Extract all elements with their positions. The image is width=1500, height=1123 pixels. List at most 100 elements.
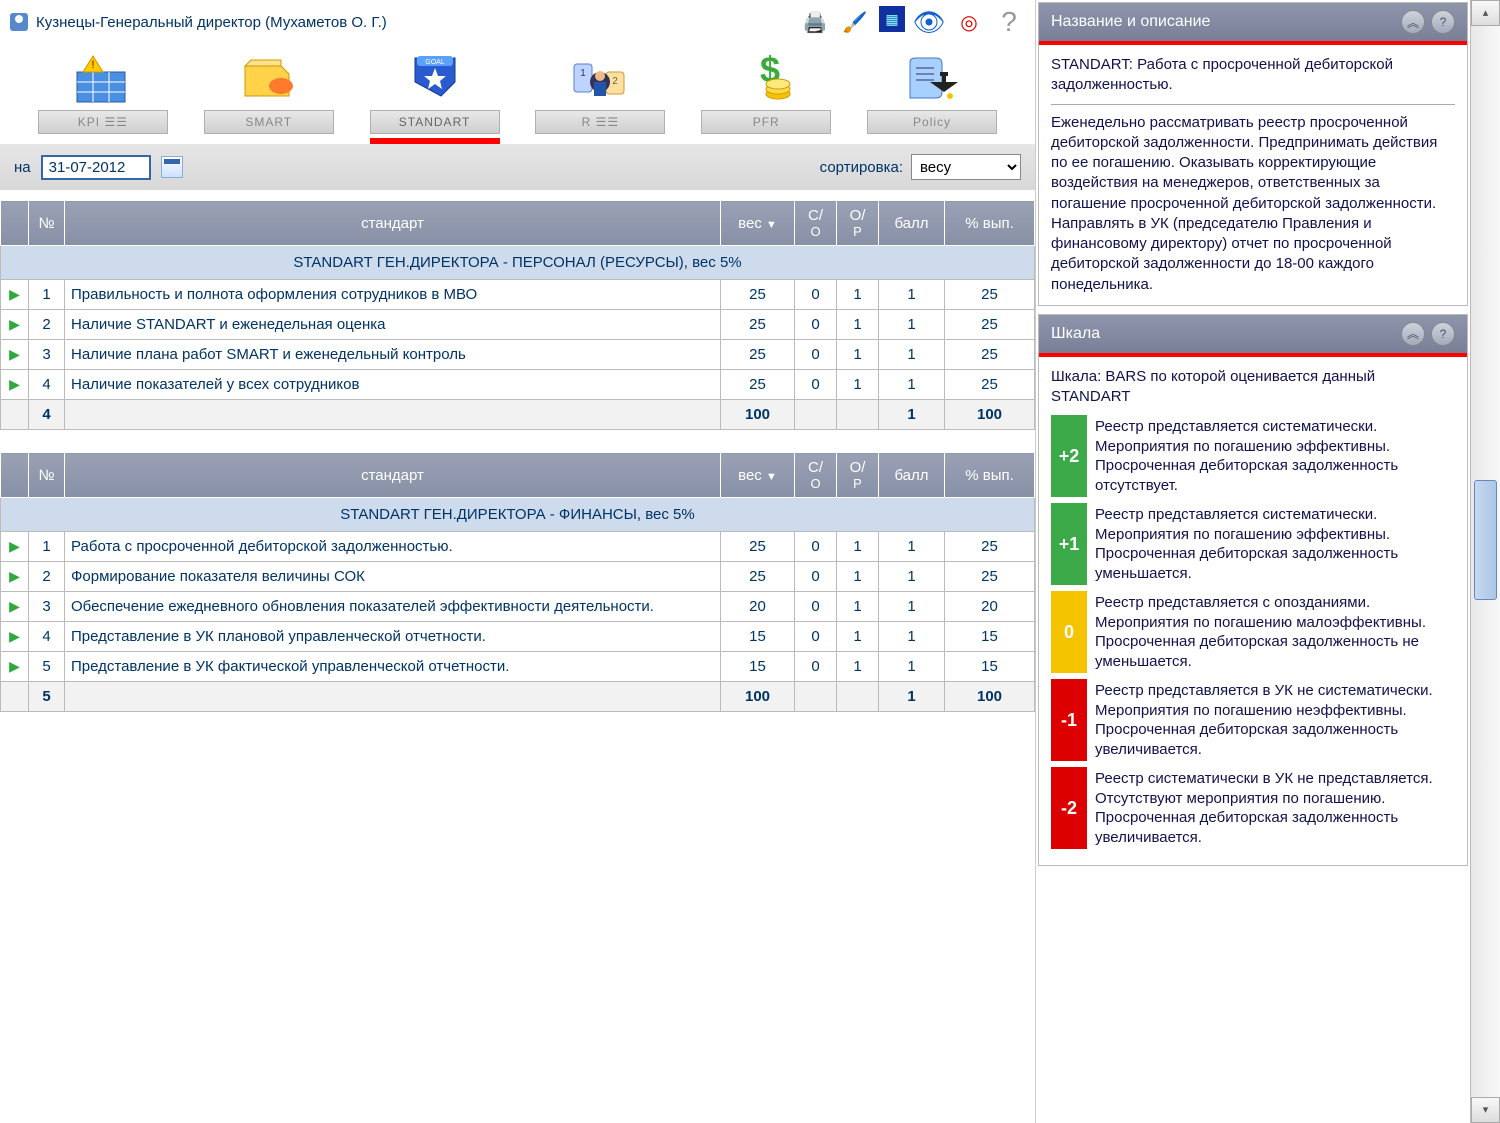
play-icon[interactable]: ▶ <box>1 622 29 652</box>
title-toolbar: 🖨️ 🖌️ ▦ 👁 ◎ ? <box>799 6 1025 38</box>
scale-text: Реестр представляется в УК не систематич… <box>1095 679 1455 761</box>
scrollbar-vertical[interactable]: ▴ ▾ <box>1470 0 1500 1123</box>
table-row[interactable]: ▶5Представление в УК фактической управле… <box>1 652 1035 682</box>
scale-row: +2Реестр представляется систематически. … <box>1051 415 1455 497</box>
row-weight: 15 <box>721 622 795 652</box>
table-header: № стандарт вес ▼ С/О О/Р балл % вып. <box>1 201 1035 246</box>
widget-description-header: Название и описание ︽ ? <box>1039 3 1467 41</box>
row-name: Представление в УК плановой управленческ… <box>65 622 721 652</box>
smart-icon <box>234 50 304 106</box>
play-icon[interactable]: ▶ <box>1 532 29 562</box>
tab-policy[interactable]: Policy <box>862 50 1002 144</box>
row-num: 1 <box>29 532 65 562</box>
table-header: № стандарт вес ▼ С/О О/Р балл % вып. <box>1 453 1035 498</box>
tab-kpi[interactable]: ! KPI ☰☰ <box>33 50 173 144</box>
title-bar: Кузнецы-Генеральный директор (Мухаметов … <box>0 0 1035 44</box>
scale-text: Реестр представляется систематически. Ме… <box>1095 503 1455 585</box>
tab-kpi-label: KPI ☰☰ <box>38 110 168 134</box>
play-icon[interactable]: ▶ <box>1 340 29 370</box>
svg-text:GOAL: GOAL <box>425 59 445 66</box>
row-score: 1 <box>879 562 945 592</box>
widget-description-title: Название и описание <box>1051 13 1210 31</box>
play-icon[interactable]: ▶ <box>1 652 29 682</box>
row-num: 5 <box>29 652 65 682</box>
scale-badge: +1 <box>1051 503 1087 585</box>
row-weight: 25 <box>721 340 795 370</box>
col-pct: % вып. <box>945 453 1035 498</box>
help-widget-icon[interactable]: ? <box>1431 10 1455 34</box>
tab-pfr[interactable]: $ PFR <box>696 50 836 144</box>
svg-text:!: ! <box>91 59 94 71</box>
scroll-thumb[interactable] <box>1474 480 1497 600</box>
sort-desc-icon: ▼ <box>766 471 777 483</box>
row-pct: 25 <box>945 280 1035 310</box>
main-tabs: ! KPI ☰☰ SMART GOAL STANDART <box>0 44 1035 144</box>
row-score: 1 <box>879 592 945 622</box>
tab-policy-label: Policy <box>867 110 997 134</box>
row-score: 1 <box>879 622 945 652</box>
brush-icon[interactable]: 🖌️ <box>839 6 871 38</box>
row-op: 1 <box>837 340 879 370</box>
tab-smart[interactable]: SMART <box>199 50 339 144</box>
play-icon[interactable]: ▶ <box>1 310 29 340</box>
tab-standart[interactable]: GOAL STANDART <box>365 50 505 144</box>
section-header-2: STANDART ГЕН.ДИРЕКТОРА - ФИНАНСЫ, вес 5% <box>1 498 1035 532</box>
eye-icon[interactable]: 👁 <box>913 6 945 38</box>
col-num: № <box>29 453 65 498</box>
standart-icon: GOAL <box>400 50 470 106</box>
table-row[interactable]: ▶1Работа с просроченной дебиторской задо… <box>1 532 1035 562</box>
collapse-icon[interactable]: ︽ <box>1401 322 1425 346</box>
table-row[interactable]: ▶2Наличие STANDART и еженедельная оценка… <box>1 310 1035 340</box>
row-so: 0 <box>795 622 837 652</box>
table-row[interactable]: ▶2Формирование показателя величины СОК25… <box>1 562 1035 592</box>
row-so: 0 <box>795 592 837 622</box>
scroll-up-icon[interactable]: ▴ <box>1471 0 1500 26</box>
tab-standart-label: STANDART <box>370 110 500 134</box>
row-op: 1 <box>837 532 879 562</box>
scale-row: -1Реестр представляется в УК не системат… <box>1051 679 1455 761</box>
play-icon[interactable]: ▶ <box>1 592 29 622</box>
table-row[interactable]: ▶3Наличие плана работ SMART и еженедельн… <box>1 340 1035 370</box>
row-pct: 20 <box>945 592 1035 622</box>
table-row[interactable]: ▶3Обеспечение ежедневного обновления пок… <box>1 592 1035 622</box>
target-icon[interactable]: ◎ <box>953 6 985 38</box>
screen-icon[interactable]: ▦ <box>879 6 905 32</box>
row-score: 1 <box>879 310 945 340</box>
tab-smart-label: SMART <box>204 110 334 134</box>
table-row[interactable]: ▶1Правильность и полнота оформления сотр… <box>1 280 1035 310</box>
date-label: на <box>14 159 31 176</box>
row-pct: 25 <box>945 562 1035 592</box>
row-score: 1 <box>879 532 945 562</box>
row-weight: 20 <box>721 592 795 622</box>
row-name: Наличие STANDART и еженедельная оценка <box>65 310 721 340</box>
col-standard: стандарт <box>65 453 721 498</box>
help-widget-icon[interactable]: ? <box>1431 322 1455 346</box>
table-row[interactable]: ▶4Представление в УК плановой управленче… <box>1 622 1035 652</box>
section-header-1: STANDART ГЕН.ДИРЕКТОРА - ПЕРСОНАЛ (РЕСУР… <box>1 246 1035 280</box>
row-name: Правильность и полнота оформления сотруд… <box>65 280 721 310</box>
col-score: балл <box>879 201 945 246</box>
row-pct: 15 <box>945 622 1035 652</box>
row-num: 1 <box>29 280 65 310</box>
help-icon[interactable]: ? <box>993 6 1025 38</box>
play-icon[interactable]: ▶ <box>1 370 29 400</box>
row-num: 3 <box>29 340 65 370</box>
collapse-icon[interactable]: ︽ <box>1401 10 1425 34</box>
calendar-icon[interactable] <box>161 156 183 178</box>
col-weight[interactable]: вес ▼ <box>721 201 795 246</box>
row-name: Обеспечение ежедневного обновления показ… <box>65 592 721 622</box>
tab-pfr-label: PFR <box>701 110 831 134</box>
standards-table-2: № стандарт вес ▼ С/О О/Р балл % вып. STA… <box>0 452 1035 712</box>
col-weight[interactable]: вес ▼ <box>721 453 795 498</box>
sort-select[interactable]: весу <box>911 154 1021 180</box>
print-icon[interactable]: 🖨️ <box>799 6 831 38</box>
scroll-down-icon[interactable]: ▾ <box>1471 1097 1500 1123</box>
col-op: О/Р <box>837 453 879 498</box>
play-icon[interactable]: ▶ <box>1 562 29 592</box>
table-row[interactable]: ▶4Наличие показателей у всех сотрудников… <box>1 370 1035 400</box>
play-icon[interactable]: ▶ <box>1 280 29 310</box>
tab-r[interactable]: 12 R ☰☰ <box>530 50 670 144</box>
date-input[interactable]: 31-07-2012 <box>41 155 151 180</box>
col-op: О/Р <box>837 201 879 246</box>
scale-row: 0Реестр представляется с опозданиями. Ме… <box>1051 591 1455 673</box>
